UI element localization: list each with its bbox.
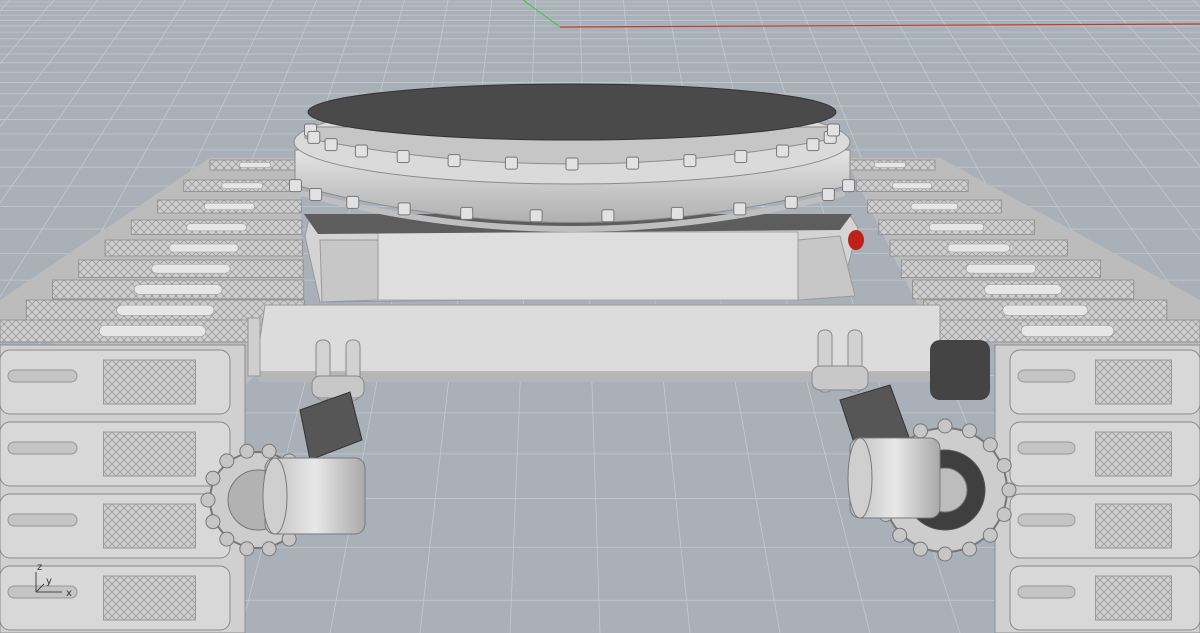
- right-drive-motor[interactable]: [839, 384, 941, 519]
- axis-x-label: x: [66, 588, 72, 599]
- world-y-axis: [522, 0, 561, 28]
- red-connector: [848, 230, 864, 250]
- left-drive-motor[interactable]: [262, 391, 366, 535]
- turntable-top: [307, 83, 837, 141]
- viewport-scene[interactable]: z y x: [0, 0, 1200, 633]
- 3d-viewport[interactable]: z y x: [0, 0, 1200, 633]
- axis-z-label: z: [37, 562, 42, 573]
- world-x-axis: [559, 23, 1200, 28]
- turntable[interactable]: [288, 83, 856, 232]
- axis-y-label: y: [46, 576, 52, 587]
